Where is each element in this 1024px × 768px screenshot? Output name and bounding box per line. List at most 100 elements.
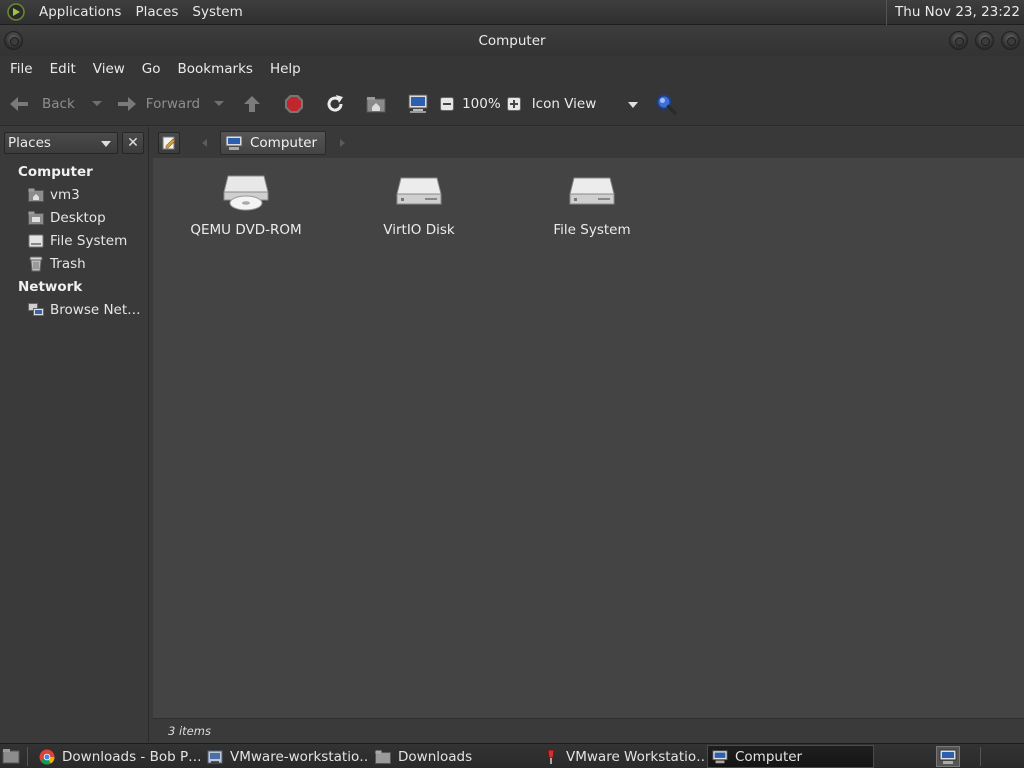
- window-title: Computer: [478, 32, 546, 49]
- top-panel: Applications Places System Thu Nov 23, 2…: [0, 0, 1024, 25]
- task-label: VMware Workstatio…: [566, 748, 704, 765]
- forward-button[interactable]: Forward: [116, 89, 200, 119]
- optical-drive-icon: [223, 175, 269, 211]
- zoom-level[interactable]: 100%: [462, 96, 501, 112]
- file-menu[interactable]: File: [3, 61, 40, 77]
- sidebar-item-trash[interactable]: Trash: [28, 254, 86, 274]
- applications-menu[interactable]: Applications: [32, 0, 128, 25]
- file-view[interactable]: QEMU DVD-ROM VirtIO Disk File System: [153, 158, 1024, 718]
- help-menu[interactable]: Help: [263, 61, 308, 77]
- maximize-button[interactable]: [975, 31, 994, 50]
- view-mode-dropdown-icon: [627, 101, 638, 108]
- go-menu[interactable]: Go: [135, 61, 168, 77]
- hard-disk-icon: [569, 177, 615, 205]
- separator: [980, 747, 981, 766]
- bottom-panel: Downloads - Bob P… VMware-workstatio… Do…: [0, 743, 1024, 768]
- file-name: QEMU DVD-ROM: [190, 222, 302, 238]
- breadcrumb-scroll-right[interactable]: [340, 138, 346, 147]
- drive-icon: [28, 233, 44, 249]
- task-computer[interactable]: Computer: [707, 745, 874, 768]
- sidebar-item-label: Trash: [50, 256, 86, 272]
- zoom-in-icon[interactable]: [506, 93, 522, 115]
- breadcrumb-scroll-left[interactable]: [202, 138, 207, 147]
- view-menu[interactable]: View: [86, 61, 132, 77]
- vmware-icon: [543, 749, 559, 765]
- task-vmware-installer[interactable]: VMware-workstatio…: [203, 745, 368, 768]
- back-label: Back: [42, 95, 75, 112]
- toggle-location-entry-button[interactable]: [158, 131, 180, 154]
- status-text: 3 items: [168, 724, 211, 738]
- sidebar-close-button[interactable]: ✕: [122, 132, 144, 154]
- close-icon: ✕: [127, 135, 139, 151]
- sidebar: Places ✕ Computer vm3 Desktop File Syste…: [0, 127, 149, 742]
- folder-icon: [375, 749, 391, 765]
- sidebar-header: Places ✕: [4, 132, 144, 156]
- sidebar-section-network: Network: [18, 279, 83, 295]
- task-downloads-chrome[interactable]: Downloads - Bob P…: [35, 745, 200, 768]
- sidebar-item-vm3[interactable]: vm3: [28, 185, 80, 205]
- system-menu[interactable]: System: [185, 0, 249, 25]
- reload-icon[interactable]: [324, 93, 346, 115]
- sidebar-item-browse-network[interactable]: Browse Net…: [28, 300, 141, 320]
- computer-icon: [712, 749, 728, 765]
- task-label: Downloads - Bob P…: [62, 748, 200, 765]
- forward-arrow-icon: [116, 93, 138, 115]
- window-titlebar[interactable]: Computer: [0, 25, 1024, 56]
- window-menu-button[interactable]: [4, 31, 23, 50]
- close-button[interactable]: [1001, 31, 1020, 50]
- breadcrumb-computer[interactable]: Computer: [220, 130, 327, 155]
- back-button[interactable]: Back: [8, 89, 75, 119]
- computer-icon[interactable]: [407, 93, 429, 115]
- search-icon[interactable]: [655, 93, 677, 115]
- file-name: VirtIO Disk: [383, 222, 455, 238]
- menubar: File Edit View Go Bookmarks Help: [0, 56, 1024, 82]
- sidebar-item-desktop[interactable]: Desktop: [28, 208, 106, 228]
- view-mode-select[interactable]: Icon View: [532, 96, 642, 112]
- sidebar-pane-selector[interactable]: Places: [4, 132, 118, 154]
- sidebar-item-label: vm3: [50, 187, 80, 203]
- edit-icon: [162, 136, 176, 149]
- minimize-button[interactable]: [949, 31, 968, 50]
- location-bar: Computer: [150, 127, 1024, 158]
- sidebar-pane-label: Places: [8, 135, 51, 151]
- monitor-icon: [939, 749, 957, 764]
- toolbar: Back Forward 100% Icon View: [0, 82, 1024, 126]
- sidebar-section-computer: Computer: [18, 164, 93, 180]
- bookmarks-menu[interactable]: Bookmarks: [171, 61, 260, 77]
- forward-label: Forward: [145, 95, 201, 112]
- installer-icon: [207, 749, 223, 765]
- separator: [27, 747, 28, 766]
- edit-menu[interactable]: Edit: [43, 61, 83, 77]
- desktop-folder-icon: [28, 210, 44, 226]
- workspace-switcher[interactable]: [936, 746, 960, 767]
- show-desktop-icon[interactable]: [2, 747, 20, 765]
- chrome-icon: [39, 749, 55, 765]
- forward-history-dropdown[interactable]: [214, 101, 225, 106]
- file-item-file-system[interactable]: File System: [522, 172, 662, 238]
- task-label: Downloads: [398, 748, 473, 765]
- task-label: VMware-workstatio…: [230, 748, 368, 765]
- clock[interactable]: Thu Nov 23, 23:22: [886, 0, 1020, 25]
- places-menu[interactable]: Places: [128, 0, 185, 25]
- home-icon[interactable]: [365, 93, 387, 115]
- computer-icon: [225, 135, 243, 150]
- task-downloads-folder[interactable]: Downloads: [371, 745, 536, 768]
- file-name: File System: [553, 222, 631, 238]
- chevron-down-icon: [101, 141, 111, 147]
- network-icon: [28, 302, 44, 318]
- sidebar-item-label: Desktop: [50, 210, 106, 226]
- sidebar-item-label: File System: [50, 233, 128, 249]
- applications-logo-icon[interactable]: [6, 2, 26, 22]
- breadcrumb-label: Computer: [250, 134, 318, 151]
- up-icon[interactable]: [241, 93, 263, 115]
- trash-icon: [28, 256, 44, 272]
- task-vmware-workstation[interactable]: VMware Workstatio…: [539, 745, 704, 768]
- sidebar-item-label: Browse Net…: [50, 302, 141, 318]
- sidebar-item-file-system[interactable]: File System: [28, 231, 127, 251]
- file-item-qemu-dvd-rom[interactable]: QEMU DVD-ROM: [176, 172, 316, 238]
- zoom-out-icon[interactable]: [439, 93, 455, 115]
- back-history-dropdown[interactable]: [91, 101, 102, 106]
- stop-icon[interactable]: [283, 93, 305, 115]
- file-item-virtio-disk[interactable]: VirtIO Disk: [349, 172, 489, 238]
- hard-disk-icon: [396, 177, 442, 205]
